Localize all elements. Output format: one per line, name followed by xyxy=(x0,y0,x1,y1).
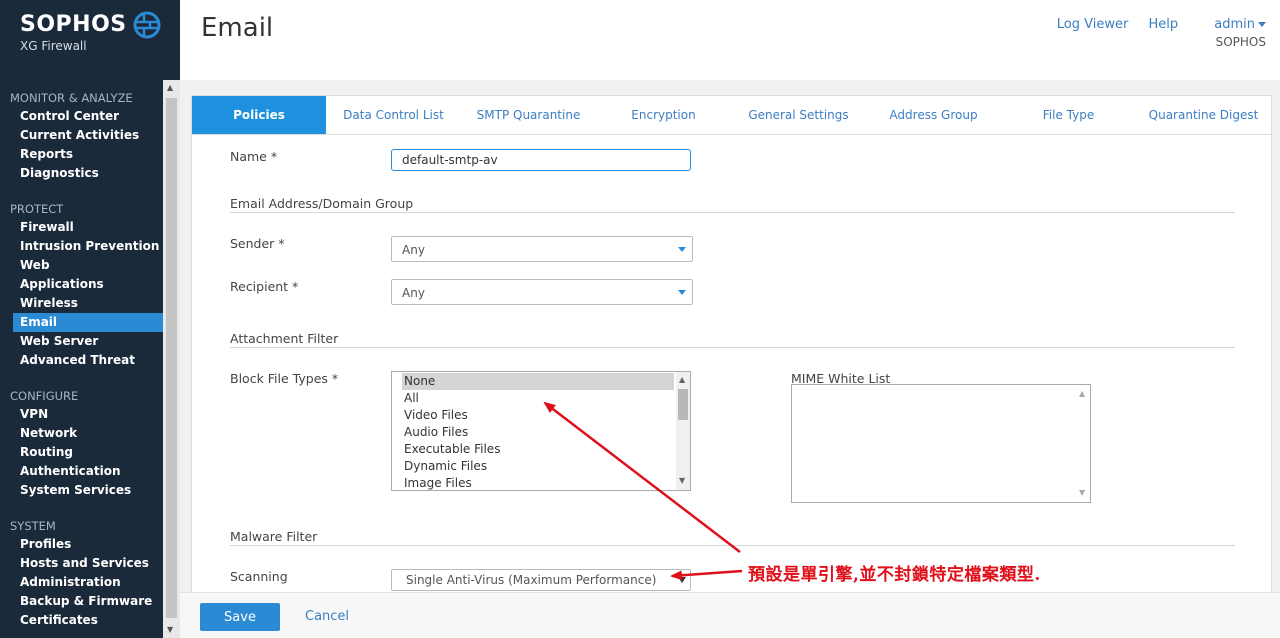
sidebar: SOPHOS XG Firewall MONITOR & ANALYZE Cont… xyxy=(0,0,180,638)
block-file-types-list[interactable]: None All Video Files Audio Files Executable … xyxy=(391,371,691,491)
divider xyxy=(230,545,1235,546)
save-button[interactable]: Save xyxy=(200,603,280,631)
policy-form: Name * Email Address/Domain Group Sender… xyxy=(191,135,1272,592)
sidebar-item-web-server[interactable]: Web Server xyxy=(0,332,163,351)
cancel-button[interactable]: Cancel xyxy=(305,609,349,624)
sender-value: Any xyxy=(402,243,425,257)
header: Email Log Viewer Help admin SOPHOS xyxy=(180,0,1280,80)
scanning-label: Scanning xyxy=(230,569,288,584)
sidebar-item-reports[interactable]: Reports xyxy=(0,145,163,164)
sidebar-item-backup-firmware[interactable]: Backup & Firmware xyxy=(0,592,163,611)
nav-gap xyxy=(0,183,163,201)
block-file-types-options: None All Video Files Audio Files Executable … xyxy=(392,372,690,490)
sender-label: Sender * xyxy=(230,236,285,251)
divider xyxy=(230,347,1235,348)
page-title: Email xyxy=(201,13,274,43)
list-scrollbar[interactable]: ▲ ▼ xyxy=(676,372,690,490)
sidebar-item-administration[interactable]: Administration xyxy=(0,573,163,592)
scanning-select[interactable]: Single Anti-Virus (Maximum Performance) xyxy=(391,569,691,591)
scroll-down-icon[interactable]: ▼ xyxy=(167,625,173,634)
list-option[interactable]: Dynamic Files xyxy=(392,458,690,475)
block-file-types-label: Block File Types * xyxy=(230,371,339,386)
sidebar-item-control-center[interactable]: Control Center xyxy=(0,107,163,126)
sidebar-item-hosts-and-services[interactable]: Hosts and Services xyxy=(0,554,163,573)
help-link[interactable]: Help xyxy=(1148,17,1178,32)
side-nav: MONITOR & ANALYZE Control Center Current A… xyxy=(0,90,163,638)
org-name: SOPHOS xyxy=(1215,35,1266,49)
nav-section-title: MONITOR & ANALYZE xyxy=(10,91,133,105)
sidebar-item-current-activities[interactable]: Current Activities xyxy=(0,126,163,145)
textarea-scrollbar[interactable]: ▲ ▼ xyxy=(1076,385,1090,502)
name-field[interactable] xyxy=(391,149,691,171)
scroll-up-icon[interactable]: ▲ xyxy=(1079,389,1085,398)
sophos-globe-icon xyxy=(133,11,161,39)
tab-file-type[interactable]: File Type xyxy=(1001,96,1136,134)
list-option[interactable]: Image Files xyxy=(392,475,690,490)
user-menu[interactable]: admin xyxy=(1198,17,1266,32)
nav-gap xyxy=(0,370,163,388)
sidebar-item-certificates[interactable]: Certificates xyxy=(0,611,163,630)
tab-encryption[interactable]: Encryption xyxy=(596,96,731,134)
recipient-label: Recipient * xyxy=(230,279,299,294)
sidebar-item-advanced-threat[interactable]: Advanced Threat xyxy=(0,351,163,370)
recipient-select[interactable]: Any xyxy=(391,279,693,305)
tab-bar: Policies Data Control List SMTP Quarantine… xyxy=(191,95,1272,135)
product-name: XG Firewall xyxy=(20,39,87,53)
tab-policies[interactable]: Policies xyxy=(192,96,326,134)
scroll-down-icon[interactable]: ▼ xyxy=(1079,488,1085,497)
sidebar-item-authentication[interactable]: Authentication xyxy=(0,462,163,481)
sidebar-item-system-services[interactable]: System Services xyxy=(0,481,163,500)
scroll-up-icon[interactable]: ▲ xyxy=(679,375,685,384)
logo: SOPHOS XG Firewall xyxy=(0,0,180,80)
divider xyxy=(230,212,1235,213)
nav-section-title: CONFIGURE xyxy=(10,389,79,403)
sidebar-item-email[interactable]: Email xyxy=(13,313,163,332)
sidebar-item-profiles[interactable]: Profiles xyxy=(0,535,163,554)
nav-section-title: SYSTEM xyxy=(10,519,56,533)
dropdown-arrow-icon xyxy=(678,247,686,252)
mime-white-list-field[interactable]: ▲ ▼ xyxy=(791,384,1091,503)
scanning-value: Single Anti-Virus (Maximum Performance) xyxy=(406,573,657,587)
dropdown-arrow-icon xyxy=(678,577,686,583)
top-links: Log Viewer Help admin xyxy=(1041,17,1266,32)
tab-quarantine-digest[interactable]: Quarantine Digest xyxy=(1136,96,1271,134)
scrollbar-thumb[interactable] xyxy=(678,389,688,420)
sidebar-item-firewall[interactable]: Firewall xyxy=(0,218,163,237)
sidebar-item-applications[interactable]: Applications xyxy=(0,275,163,294)
sidebar-item-web[interactable]: Web xyxy=(0,256,163,275)
scroll-down-icon[interactable]: ▼ xyxy=(679,476,685,485)
list-option[interactable]: All xyxy=(392,390,690,407)
list-option[interactable]: Executable Files xyxy=(392,441,690,458)
tab-address-group[interactable]: Address Group xyxy=(866,96,1001,134)
tab-general-settings[interactable]: General Settings xyxy=(731,96,866,134)
tab-smtp-quarantine[interactable]: SMTP Quarantine xyxy=(461,96,596,134)
sidebar-item-vpn[interactable]: VPN xyxy=(0,405,163,424)
nav-section-title: PROTECT xyxy=(10,202,64,216)
attachment-filter-title: Attachment Filter xyxy=(230,331,339,346)
sidebar-scrollbar[interactable]: ▲ ▼ xyxy=(163,80,180,638)
nav-gap xyxy=(0,500,163,518)
log-viewer-link[interactable]: Log Viewer xyxy=(1057,17,1129,32)
sidebar-item-wireless[interactable]: Wireless xyxy=(0,294,163,313)
sender-select[interactable]: Any xyxy=(391,236,693,262)
user-name: admin xyxy=(1214,17,1255,32)
sidebar-item-routing[interactable]: Routing xyxy=(0,443,163,462)
sidebar-item-network[interactable]: Network xyxy=(0,424,163,443)
list-option[interactable]: None xyxy=(402,373,674,390)
footer-bar: Save Cancel xyxy=(180,592,1280,638)
sidebar-item-diagnostics[interactable]: Diagnostics xyxy=(0,164,163,183)
tab-data-control-list[interactable]: Data Control List xyxy=(326,96,461,134)
scroll-up-icon[interactable]: ▲ xyxy=(167,83,173,92)
sidebar-item-intrusion-prevention[interactable]: Intrusion Prevention xyxy=(0,237,163,256)
annotation-text: 預設是單引擎,並不封鎖特定檔案類型. xyxy=(748,565,1041,585)
chevron-down-icon xyxy=(1258,22,1266,27)
email-group-title: Email Address/Domain Group xyxy=(230,196,414,211)
dropdown-arrow-icon xyxy=(678,290,686,295)
scrollbar-thumb[interactable] xyxy=(166,98,177,618)
list-option[interactable]: Audio Files xyxy=(392,424,690,441)
malware-filter-title: Malware Filter xyxy=(230,529,318,544)
name-label: Name * xyxy=(230,149,278,164)
recipient-value: Any xyxy=(402,286,425,300)
list-option[interactable]: Video Files xyxy=(392,407,690,424)
